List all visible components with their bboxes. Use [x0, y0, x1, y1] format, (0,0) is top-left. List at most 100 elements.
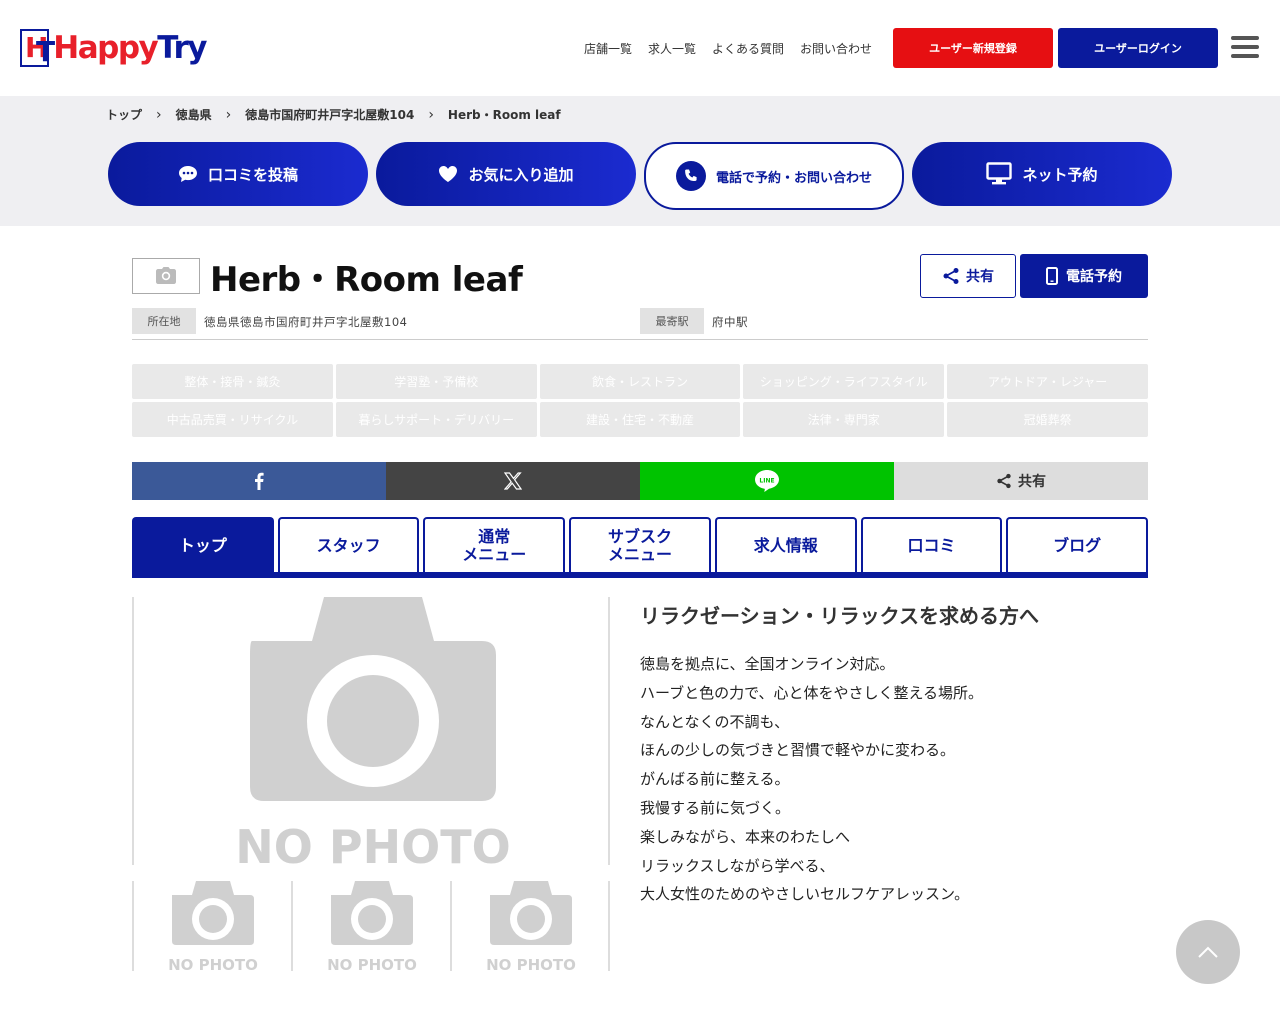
sub-photo[interactable]: NO PHOTO: [132, 881, 290, 971]
nav-faq[interactable]: よくある質問: [712, 40, 784, 57]
chevron-right-icon: ›: [428, 106, 434, 123]
nav-contact[interactable]: お問い合わせ: [800, 40, 872, 57]
generic-share-button[interactable]: 共有: [894, 462, 1148, 500]
tab-underline: [132, 572, 1148, 578]
address-label: 所在地: [132, 308, 196, 334]
category-tag[interactable]: 中古品売買・リサイクル: [132, 402, 333, 437]
share-icon: [997, 473, 1011, 489]
category-tag[interactable]: 冠婚葬祭: [947, 402, 1148, 437]
description-line: 大人女性のためのやさしいセルフケアレッスン。: [640, 885, 970, 904]
tab-label: 求人情報: [753, 535, 818, 555]
divider: [132, 339, 1148, 340]
no-photo-image: NO PHOTO: [486, 881, 576, 971]
site-header: HT HappyTry 店舗一覧 求人一覧 よくある質問 お問い合わせ ユーザー…: [0, 0, 1280, 96]
camera-icon: [156, 267, 176, 284]
phone-icon: [675, 161, 706, 191]
no-photo-caption: NO PHOTO: [235, 820, 510, 865]
tab-label: トップ: [178, 535, 227, 555]
description-line: 我慢する前に気づく。: [640, 798, 791, 817]
description-line: ほんの少しの気づきと習慣で軽やかに変わる。: [640, 741, 956, 760]
chevron-right-icon: ›: [156, 106, 162, 123]
tab-staff[interactable]: スタッフ: [277, 517, 420, 572]
breadcrumb-prefecture[interactable]: 徳島県: [176, 106, 212, 123]
logo-mark-icon: HT: [20, 29, 55, 67]
share-icon: [943, 268, 959, 284]
no-photo-image: NO PHOTO: [327, 881, 417, 971]
category-tag[interactable]: 学習塾・予備校: [335, 364, 537, 399]
category-tag[interactable]: ショッピング・ライフスタイル: [743, 364, 945, 399]
tab-jobs[interactable]: 求人情報: [714, 517, 857, 572]
scroll-to-top-button[interactable]: [1176, 920, 1240, 984]
category-tag[interactable]: アウトドア・レジャー: [947, 364, 1148, 399]
nav-shop-list[interactable]: 店舗一覧: [584, 40, 632, 57]
address-value: 徳島県徳島市国府町井戸字北屋敷104: [204, 315, 408, 329]
logo-text-happy: Happy: [53, 30, 158, 66]
no-photo-caption: NO PHOTO: [327, 956, 417, 971]
category-tag[interactable]: 法律・専門家: [743, 402, 945, 437]
category-tag[interactable]: 飲食・レストラン: [539, 364, 741, 399]
tab-top[interactable]: トップ: [132, 517, 274, 572]
chevron-right-icon: ›: [225, 106, 232, 123]
tab-regular-menu[interactable]: 通常 メニュー: [423, 517, 566, 572]
shop-thumbnail: [132, 258, 200, 294]
share-button[interactable]: 共有: [920, 254, 1016, 298]
description-line: 徳島を拠点に、全国オンライン対応。: [640, 655, 895, 673]
breadcrumb-top[interactable]: トップ: [106, 106, 142, 123]
phone-inquiry-label: 電話で予約・お問い合わせ: [715, 170, 872, 186]
category-tag[interactable]: 建設・住宅・不動産: [539, 402, 741, 437]
tab-label: ブログ: [1053, 535, 1102, 555]
line-share-button[interactable]: LINE: [640, 462, 894, 500]
social-share-bar: LINE 共有: [132, 462, 1148, 500]
share-label: 共有: [966, 269, 994, 285]
category-tag[interactable]: 整体・接骨・鍼灸: [132, 364, 333, 399]
photo-border: [608, 881, 610, 971]
no-photo-caption: NO PHOTO: [486, 956, 576, 971]
description-line: がんばる前に整える。: [640, 770, 790, 789]
tab-reviews[interactable]: 口コミ: [860, 517, 1003, 572]
facebook-share-button[interactable]: [132, 462, 386, 500]
net-reservation-button[interactable]: ネット予約: [912, 142, 1172, 206]
breadcrumb-current: Herb・Room leaf: [447, 108, 561, 122]
station-value: 府中駅: [712, 315, 748, 329]
breadcrumb: トップ › 徳島県 › 徳島市国府町井戸字北屋敷104 › Herb・Room …: [106, 106, 561, 123]
shop-tabs: トップ スタッフ 通常 メニュー サブスク メニュー 求人情報 口コミ ブログ: [132, 517, 1149, 572]
main-photo[interactable]: NO PHOTO: [132, 597, 610, 865]
phone-reserve-button[interactable]: 電話予約: [1020, 254, 1148, 298]
post-review-label: 口コミを投稿: [207, 165, 298, 184]
add-favorite-label: お気に入り追加: [468, 165, 574, 184]
header-nav: 店舗一覧 求人一覧 よくある質問 お問い合わせ: [584, 40, 872, 57]
post-review-button[interactable]: 口コミを投稿: [108, 142, 368, 206]
login-button[interactable]: ユーザーログイン: [1058, 28, 1218, 68]
chat-bubble-icon: [178, 166, 197, 182]
add-favorite-button[interactable]: お気に入り追加: [376, 142, 636, 206]
tab-label: スタッフ: [316, 535, 381, 555]
tab-label-line2: メニュー: [608, 544, 673, 564]
phone-inquiry-button[interactable]: 電話で予約・お問い合わせ: [644, 142, 904, 210]
description-line: ハーブと色の力で、心と体をやさしく整える場所。: [640, 683, 984, 702]
hamburger-menu-icon[interactable]: [1231, 36, 1259, 58]
description-line: 楽しみながら、本来のわたしへ: [640, 827, 851, 846]
facebook-icon: [255, 472, 264, 490]
breadcrumb-address[interactable]: 徳島市国府町井戸字北屋敷104: [245, 106, 414, 123]
sub-photo[interactable]: NO PHOTO: [450, 881, 608, 971]
tab-subscription-menu[interactable]: サブスク メニュー: [569, 517, 711, 572]
register-button[interactable]: ユーザー新規登録: [893, 28, 1053, 68]
category-tag[interactable]: 暮らしサポート・デリバリー: [335, 402, 537, 437]
logo-text-try: Try: [157, 30, 207, 66]
nav-job-list[interactable]: 求人一覧: [648, 40, 696, 57]
description-body: 徳島を拠点に、全国オンライン対応。 ハーブと色の力で、心と体をやさしく整える場所…: [640, 650, 983, 909]
line-icon: LINE: [755, 470, 779, 492]
net-reservation-label: ネット予約: [1022, 165, 1098, 184]
x-share-button[interactable]: [386, 462, 640, 500]
description-line: リラックスしながら学べる、: [640, 856, 835, 875]
phone-reserve-label: 電話予約: [1066, 269, 1122, 285]
no-photo-caption: NO PHOTO: [168, 956, 258, 971]
happytry-logo[interactable]: HT HappyTry: [20, 28, 207, 68]
monitor-icon: [986, 162, 1013, 185]
station-label: 最寄駅: [640, 308, 704, 334]
chevron-up-icon: [1198, 946, 1218, 958]
sub-photo[interactable]: NO PHOTO: [291, 881, 449, 971]
smartphone-icon: [1046, 267, 1058, 285]
no-photo-image: NO PHOTO: [235, 597, 511, 865]
tab-blog[interactable]: ブログ: [1006, 517, 1149, 572]
